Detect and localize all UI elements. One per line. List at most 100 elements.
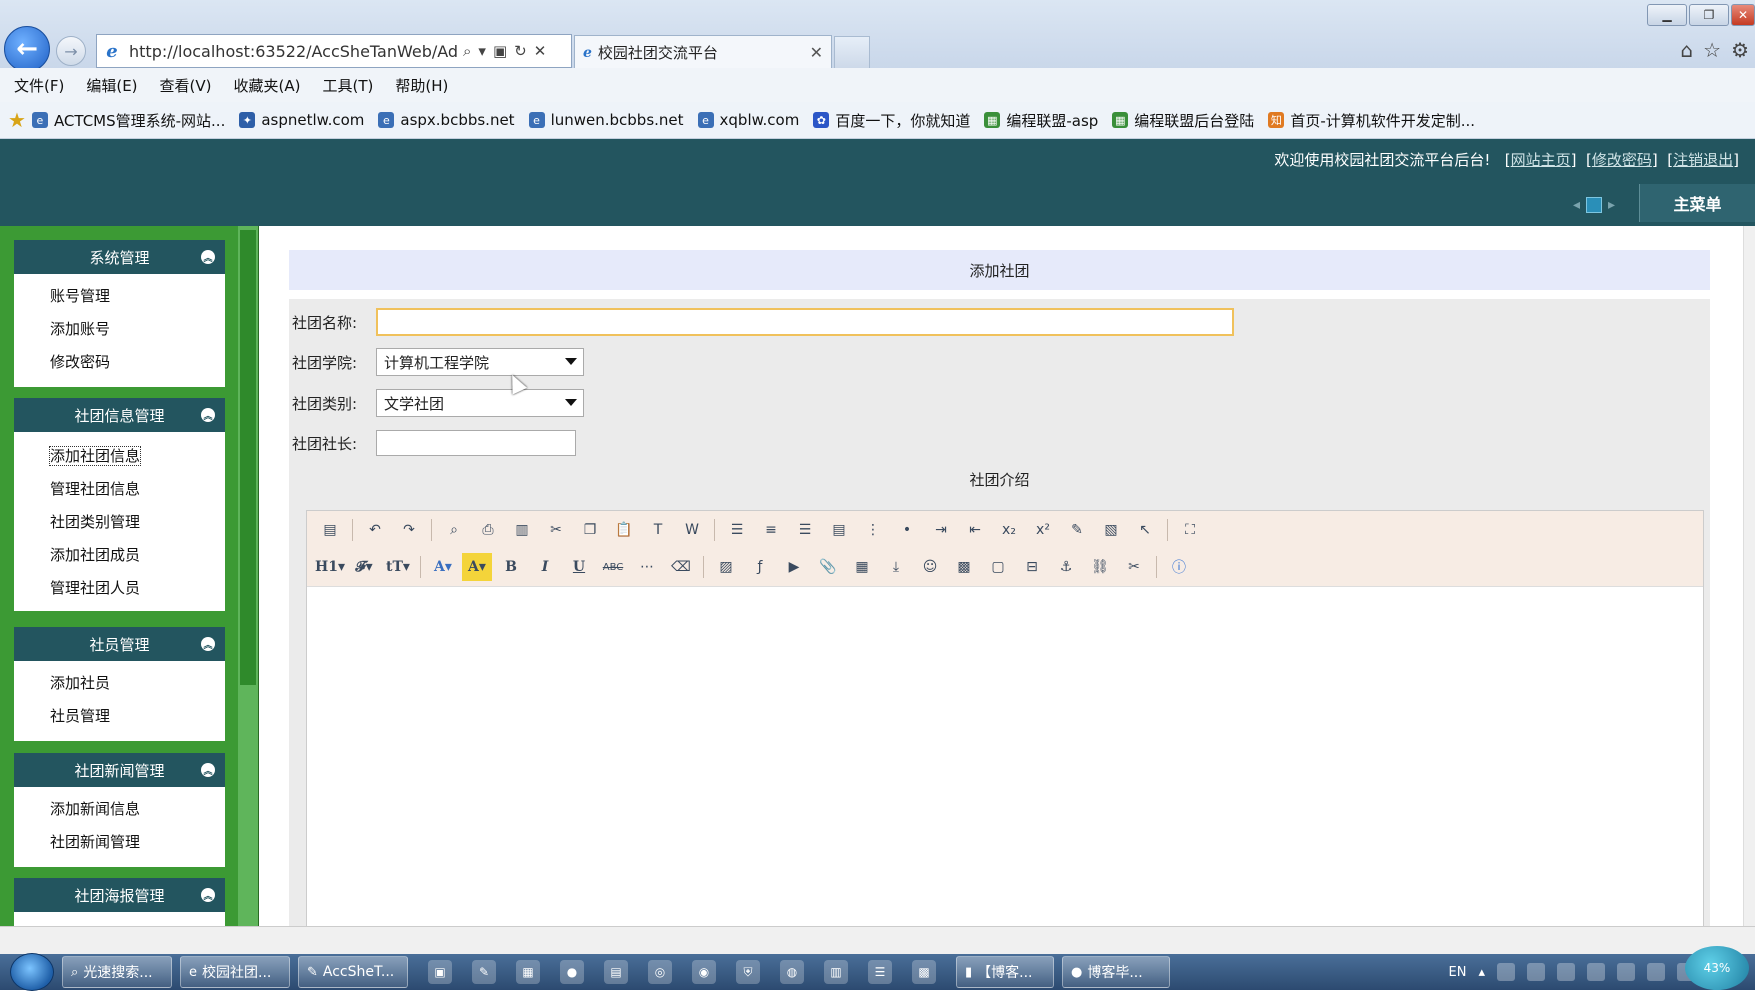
table-icon[interactable]: ▦ bbox=[847, 553, 877, 581]
minimize-button[interactable]: ▁ bbox=[1647, 4, 1687, 26]
compat-icon[interactable]: ▣ bbox=[493, 42, 507, 60]
media-icon[interactable]: ▶ bbox=[779, 553, 809, 581]
fullscreen-icon[interactable]: ⛶ bbox=[1175, 516, 1205, 544]
attach-icon[interactable]: 📎 bbox=[813, 553, 843, 581]
hr-icon[interactable]: ⋯ bbox=[632, 553, 662, 581]
highlight-icon[interactable]: A▾ bbox=[462, 553, 492, 581]
browser-tab[interactable]: e 校园社团交流平台 ✕ bbox=[574, 35, 832, 69]
superscript-icon[interactable]: x² bbox=[1028, 516, 1058, 544]
anchor-icon[interactable]: ⚓ bbox=[1051, 553, 1081, 581]
menu-edit[interactable]: 编辑(E) bbox=[86, 75, 137, 96]
pagebreak-icon[interactable]: ⊟ bbox=[1017, 553, 1047, 581]
font-family-icon[interactable]: 𝓕▾ bbox=[349, 553, 379, 581]
collapse-icon[interactable]: ︽ bbox=[201, 763, 215, 777]
menu-view[interactable]: 查看(V) bbox=[160, 75, 212, 96]
back-button[interactable]: ← bbox=[4, 26, 50, 72]
tray-icon[interactable] bbox=[1617, 963, 1635, 981]
paste-word-icon[interactable]: W bbox=[677, 516, 707, 544]
club-name-input[interactable] bbox=[376, 308, 1234, 336]
club-category-select[interactable]: 文学社团 bbox=[376, 389, 584, 417]
favorite-link[interactable]: e ACTCMS管理系统-网站... bbox=[31, 110, 225, 131]
gear-icon[interactable]: ⚙ bbox=[1731, 38, 1749, 62]
tray-icon[interactable] bbox=[1527, 963, 1545, 981]
app-icon[interactable]: ✎ bbox=[472, 960, 496, 984]
source-icon[interactable]: ▤ bbox=[315, 516, 345, 544]
font-color-icon[interactable]: A▾ bbox=[428, 553, 458, 581]
code-icon[interactable]: ▢ bbox=[983, 553, 1013, 581]
sidebar-item[interactable]: 管理社团信息 bbox=[14, 473, 225, 506]
editor-body[interactable] bbox=[307, 587, 1703, 926]
app-icon[interactable]: ▩ bbox=[912, 960, 936, 984]
tray-icon[interactable] bbox=[1647, 963, 1665, 981]
align-right-icon[interactable]: ☰ bbox=[790, 516, 820, 544]
tray-arrow-icon[interactable]: ▴ bbox=[1478, 965, 1485, 980]
panel-header[interactable]: 社员管理 ︽ bbox=[14, 627, 225, 661]
sidebar-item[interactable]: 修改密码 bbox=[14, 346, 225, 379]
menu-favorites[interactable]: 收藏夹(A) bbox=[234, 75, 301, 96]
dropdown-arrow-icon[interactable] bbox=[565, 399, 577, 406]
favorite-link[interactable]: 知首页-计算机软件开发定制... bbox=[1268, 110, 1475, 131]
map-icon[interactable]: ▩ bbox=[949, 553, 979, 581]
change-password-link[interactable]: 修改密码 bbox=[1592, 151, 1652, 169]
app-icon[interactable]: ▣ bbox=[428, 960, 452, 984]
favorites-star-icon[interactable]: ☆ bbox=[1703, 38, 1721, 62]
sidebar-item[interactable]: 社团新闻管理 bbox=[14, 826, 225, 859]
favorite-link[interactable]: e xqblw.com bbox=[697, 111, 799, 129]
menu-help[interactable]: 帮助(H) bbox=[395, 75, 448, 96]
panel-header[interactable]: 社团新闻管理 ︽ bbox=[14, 753, 225, 787]
restore-button[interactable]: ❐ bbox=[1689, 4, 1729, 26]
collapse-icon[interactable]: ︽ bbox=[201, 250, 215, 264]
align-center-icon[interactable]: ≡ bbox=[756, 516, 786, 544]
new-tab-button[interactable] bbox=[834, 36, 870, 69]
chevron-right-icon[interactable]: ▸ bbox=[1608, 197, 1615, 213]
undo-icon[interactable]: ↶ bbox=[360, 516, 390, 544]
dropdown-icon[interactable]: ▾ bbox=[478, 42, 486, 60]
favorite-link[interactable]: ▦ 编程联盟-asp bbox=[984, 110, 1098, 131]
content-scrollbar[interactable] bbox=[1743, 226, 1755, 926]
preview-icon[interactable]: ⌕ bbox=[439, 516, 469, 544]
collapse-icon[interactable]: ︽ bbox=[201, 637, 215, 651]
zoom-widget[interactable]: 43% bbox=[1685, 946, 1749, 990]
taskbar-button[interactable]: ▮ 【博客... bbox=[956, 956, 1054, 988]
redo-icon[interactable]: ↷ bbox=[394, 516, 424, 544]
justify-icon[interactable]: ▤ bbox=[824, 516, 854, 544]
search-icon[interactable]: ⌕ bbox=[463, 42, 471, 60]
club-leader-input[interactable] bbox=[376, 430, 576, 456]
flash-icon[interactable]: ƒ bbox=[745, 553, 775, 581]
chevron-left-icon[interactable]: ◂ bbox=[1573, 197, 1580, 213]
font-size-icon[interactable]: tT▾ bbox=[383, 553, 413, 581]
cut-icon[interactable]: ✂ bbox=[541, 516, 571, 544]
panel-header[interactable]: 系统管理 ︽ bbox=[14, 240, 225, 274]
start-button[interactable] bbox=[10, 953, 54, 991]
unordered-list-icon[interactable]: • bbox=[892, 516, 922, 544]
sidebar-item[interactable]: 账号管理 bbox=[14, 280, 225, 313]
sidebar-item[interactable]: 添加账号 bbox=[14, 313, 225, 346]
favorites-star-icon[interactable]: ★ bbox=[8, 108, 26, 132]
eraser-icon[interactable]: ⌫ bbox=[666, 553, 696, 581]
sidebar-scrollbar[interactable] bbox=[238, 226, 258, 926]
image-icon[interactable]: ▨ bbox=[711, 553, 741, 581]
print-icon[interactable]: ⎙ bbox=[473, 516, 503, 544]
app-icon[interactable]: ◍ bbox=[780, 960, 804, 984]
unlink-icon[interactable]: ✂ bbox=[1119, 553, 1149, 581]
address-bar[interactable]: e http://localhost:63522/AccSheTanWeb/Ad… bbox=[96, 34, 572, 68]
ordered-list-icon[interactable]: ⋮ bbox=[858, 516, 888, 544]
taskbar-button[interactable]: e 校园社团... bbox=[180, 956, 290, 988]
qq-icon[interactable]: ● bbox=[560, 960, 584, 984]
favorite-link[interactable]: ▦ 编程联盟后台登陆 bbox=[1112, 110, 1254, 131]
app-icon[interactable]: ▥ bbox=[824, 960, 848, 984]
taskbar-button[interactable]: ✎ AccSheT... bbox=[298, 956, 408, 988]
menu-tools[interactable]: 工具(T) bbox=[322, 75, 373, 96]
scrollbar-thumb[interactable] bbox=[240, 230, 256, 685]
collapse-icon[interactable]: ︽ bbox=[201, 888, 215, 902]
sidebar-item[interactable]: 社员管理 bbox=[14, 700, 225, 733]
align-left-icon[interactable]: ☰ bbox=[722, 516, 752, 544]
sidebar-item[interactable]: 添加社团成员 bbox=[14, 539, 225, 572]
emoticon-icon[interactable]: ☺ bbox=[915, 553, 945, 581]
logout-link[interactable]: 注销退出 bbox=[1673, 151, 1733, 169]
link-icon[interactable]: ⛓ bbox=[1085, 553, 1115, 581]
app-icon[interactable]: ◎ bbox=[648, 960, 672, 984]
favorite-link[interactable]: ✿ 百度一下，你就知道 bbox=[813, 110, 970, 131]
address-url[interactable]: http://localhost:63522/AccSheTanWeb/Adm bbox=[129, 42, 459, 61]
taskbar-button[interactable]: ● 博客毕... bbox=[1062, 956, 1170, 988]
